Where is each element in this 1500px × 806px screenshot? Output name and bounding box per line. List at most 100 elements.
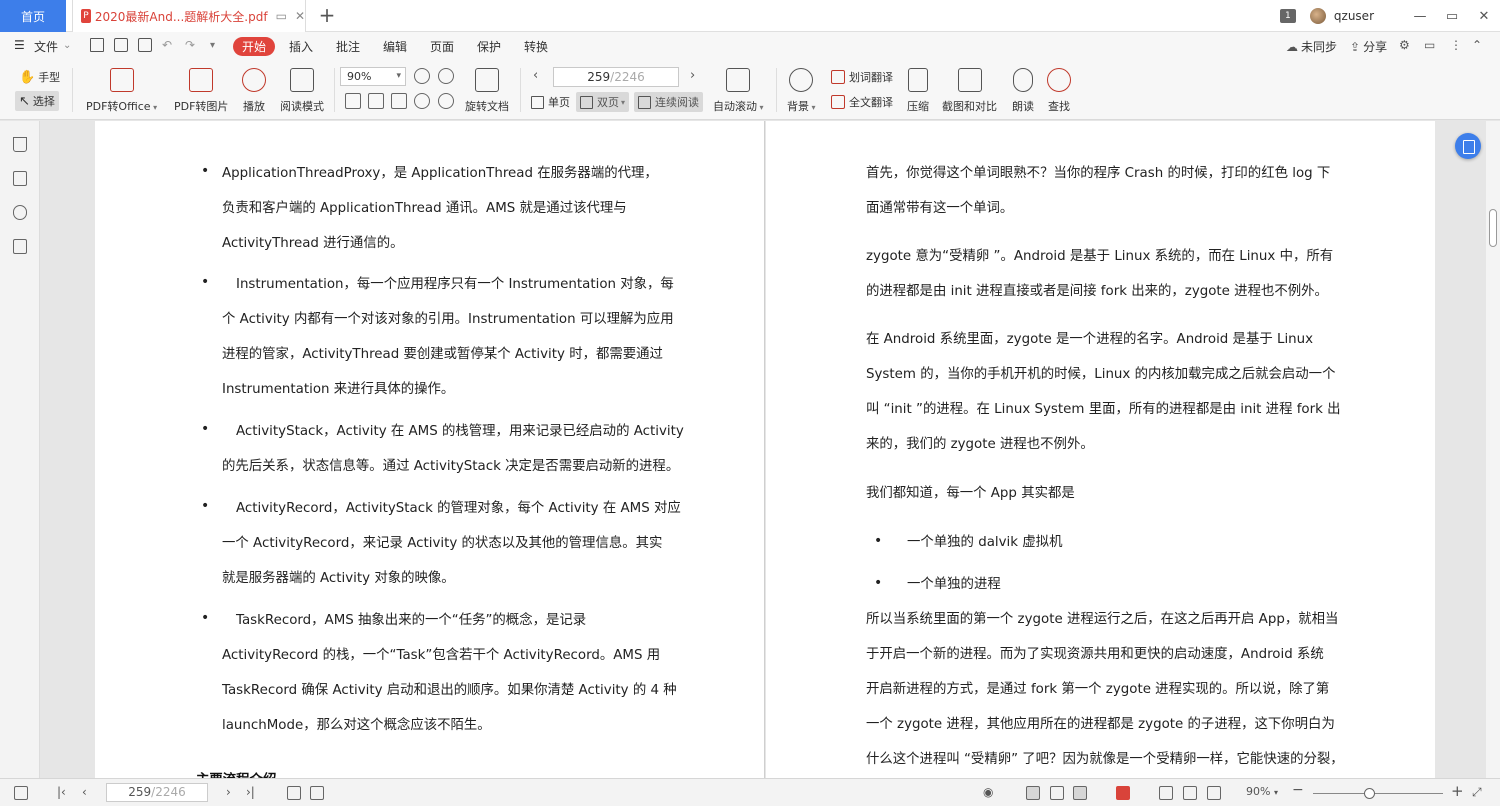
tab-document-title: 2020最新And...题解析大全.pdf <box>94 9 268 24</box>
double-view-icon[interactable] <box>1073 786 1087 800</box>
menu-start[interactable]: 开始 <box>233 37 275 56</box>
floating-convert-button[interactable] <box>1455 133 1481 159</box>
hamburger-icon[interactable]: ☰ <box>14 38 25 52</box>
fit-page-icon[interactable] <box>1183 786 1197 800</box>
settings-icon[interactable]: ⚙ <box>1399 38 1410 52</box>
rotate-document-button[interactable]: 旋转文档 <box>465 68 509 114</box>
find-button[interactable]: 查找 <box>1047 68 1071 114</box>
save-icon[interactable] <box>114 38 128 52</box>
last-page-icon[interactable]: ›| <box>246 785 255 799</box>
share-button[interactable]: ⇪ 分享 <box>1350 38 1387 55</box>
menu-insert[interactable]: 插入 <box>289 38 313 55</box>
rotate-right-icon[interactable] <box>438 93 454 109</box>
first-page-icon[interactable]: |‹ <box>57 785 66 799</box>
sync-status[interactable]: ☁ 未同步 <box>1286 38 1337 55</box>
next-page-icon[interactable]: › <box>226 785 231 799</box>
attachment-icon[interactable] <box>13 205 27 220</box>
actual-size-icon[interactable] <box>1159 786 1173 800</box>
paragraph-line: Instrumentation，每一个应用程序只有一个 Instrumentat… <box>236 277 674 292</box>
thumbnail-icon[interactable] <box>13 171 27 186</box>
auto-scroll-button[interactable]: 自动滚动 ▾ <box>713 68 764 114</box>
select-tool-button[interactable]: ↖ 选择 <box>15 91 59 111</box>
chevron-down-icon[interactable]: ⌄ <box>63 40 71 51</box>
close-window-button[interactable]: ✕ <box>1468 9 1500 24</box>
redo-icon[interactable]: ↷ <box>185 38 195 52</box>
read-aloud-button[interactable]: 朗读 <box>1012 68 1034 114</box>
continuous-read-button[interactable]: 连续阅读 <box>634 92 703 112</box>
tab-preview-icon[interactable]: ▭ <box>276 9 287 23</box>
quick-access-dropdown-icon[interactable]: ▾ <box>210 40 215 51</box>
actual-size-icon[interactable] <box>345 93 361 109</box>
fit-width-icon[interactable] <box>1207 786 1221 800</box>
print-icon[interactable] <box>138 38 152 52</box>
hand-tool-button[interactable]: ✋ 手型 <box>19 69 60 85</box>
single-view-icon[interactable] <box>1050 786 1064 800</box>
continuous-view-icon[interactable] <box>1026 786 1040 800</box>
word-translate-button[interactable]: 划词翻译 <box>831 69 893 85</box>
page-current: 259 <box>587 70 611 84</box>
restore-button[interactable]: ▭ <box>1436 9 1468 24</box>
rotate-left-icon[interactable] <box>414 93 430 109</box>
tab-document[interactable]: P 2020最新And...题解析大全.pdf ▭ ✕ <box>72 0 306 32</box>
bookmark-icon[interactable] <box>13 137 27 152</box>
fullscreen-icon[interactable]: ⤢ <box>1472 785 1482 800</box>
pdf-to-image-button[interactable]: PDF转图片 <box>174 68 228 114</box>
screenshot-compare-button[interactable]: 截图和对比 <box>942 68 997 114</box>
menu-file[interactable]: 文件 <box>34 38 58 55</box>
add-page-icon[interactable] <box>287 786 301 800</box>
open-folder-icon[interactable] <box>90 38 104 52</box>
zoom-select[interactable]: 90% ▾ <box>340 67 406 86</box>
play-icon[interactable] <box>1116 786 1130 800</box>
menu-annotate[interactable]: 批注 <box>336 38 360 55</box>
fit-page-icon[interactable] <box>368 93 384 109</box>
zoom-value: 90% <box>347 70 372 83</box>
zoom-out-button[interactable]: − <box>1292 782 1304 798</box>
page-number-input[interactable]: 259/2246 <box>553 67 679 87</box>
export-page-icon[interactable] <box>310 786 324 800</box>
double-page-button[interactable]: 双页 ▾ <box>576 92 630 112</box>
signature-icon[interactable] <box>13 239 27 254</box>
status-zoom[interactable]: 90% ▾ <box>1246 785 1278 798</box>
prev-page-icon[interactable]: ‹ <box>82 785 87 799</box>
zoom-out-icon[interactable] <box>414 68 430 84</box>
full-translate-icon <box>831 95 845 109</box>
new-tab-button[interactable]: + <box>316 3 338 27</box>
menu-convert[interactable]: 转换 <box>524 38 548 55</box>
scrollbar-thumb[interactable] <box>1489 209 1497 247</box>
divider <box>334 68 335 112</box>
background-button[interactable]: 背景 ▾ <box>787 68 816 114</box>
more-icon[interactable]: ⋮ <box>1450 38 1462 52</box>
tab-home[interactable]: 首页 <box>0 0 66 32</box>
full-translate-button[interactable]: 全文翻译 <box>831 94 893 110</box>
single-page-label: 单页 <box>548 96 570 109</box>
minimize-button[interactable]: — <box>1404 9 1436 24</box>
single-page-button[interactable]: 单页 <box>527 92 574 112</box>
vertical-scrollbar[interactable] <box>1486 121 1500 778</box>
username[interactable]: qzuser <box>1334 9 1374 23</box>
zoom-slider[interactable] <box>1313 788 1443 799</box>
word-translate-label: 划词翻译 <box>849 71 893 84</box>
menu-page[interactable]: 页面 <box>430 38 454 55</box>
prev-page-icon[interactable]: ‹ <box>533 68 538 83</box>
status-page-input[interactable]: 259/2246 <box>106 783 208 802</box>
collapse-ribbon-icon[interactable]: ⌃ <box>1472 38 1482 52</box>
page-count-badge[interactable]: 1 <box>1279 9 1296 23</box>
sidebar-toggle-icon[interactable] <box>14 786 28 800</box>
eye-protect-icon[interactable]: ◉ <box>983 785 993 799</box>
zoom-in-icon[interactable] <box>438 68 454 84</box>
compress-button[interactable]: 压缩 <box>907 68 929 114</box>
fit-width-icon[interactable] <box>391 93 407 109</box>
single-page-icon <box>531 95 544 109</box>
comment-icon[interactable]: ▭ <box>1424 38 1435 52</box>
avatar[interactable] <box>1309 8 1326 24</box>
next-page-icon[interactable]: › <box>690 68 695 83</box>
read-mode-button[interactable]: 阅读模式 <box>280 68 324 114</box>
play-button[interactable]: 播放 <box>242 68 266 114</box>
undo-icon[interactable]: ↶ <box>162 38 172 52</box>
tab-close-icon[interactable]: ✕ <box>295 9 305 23</box>
zoom-in-button[interactable]: + <box>1451 782 1464 800</box>
menu-protect[interactable]: 保护 <box>477 38 501 55</box>
zoom-slider-knob[interactable] <box>1364 788 1375 799</box>
menu-edit[interactable]: 编辑 <box>383 38 407 55</box>
pdf-to-office-button[interactable]: PDF转Office ▾ <box>86 68 157 114</box>
